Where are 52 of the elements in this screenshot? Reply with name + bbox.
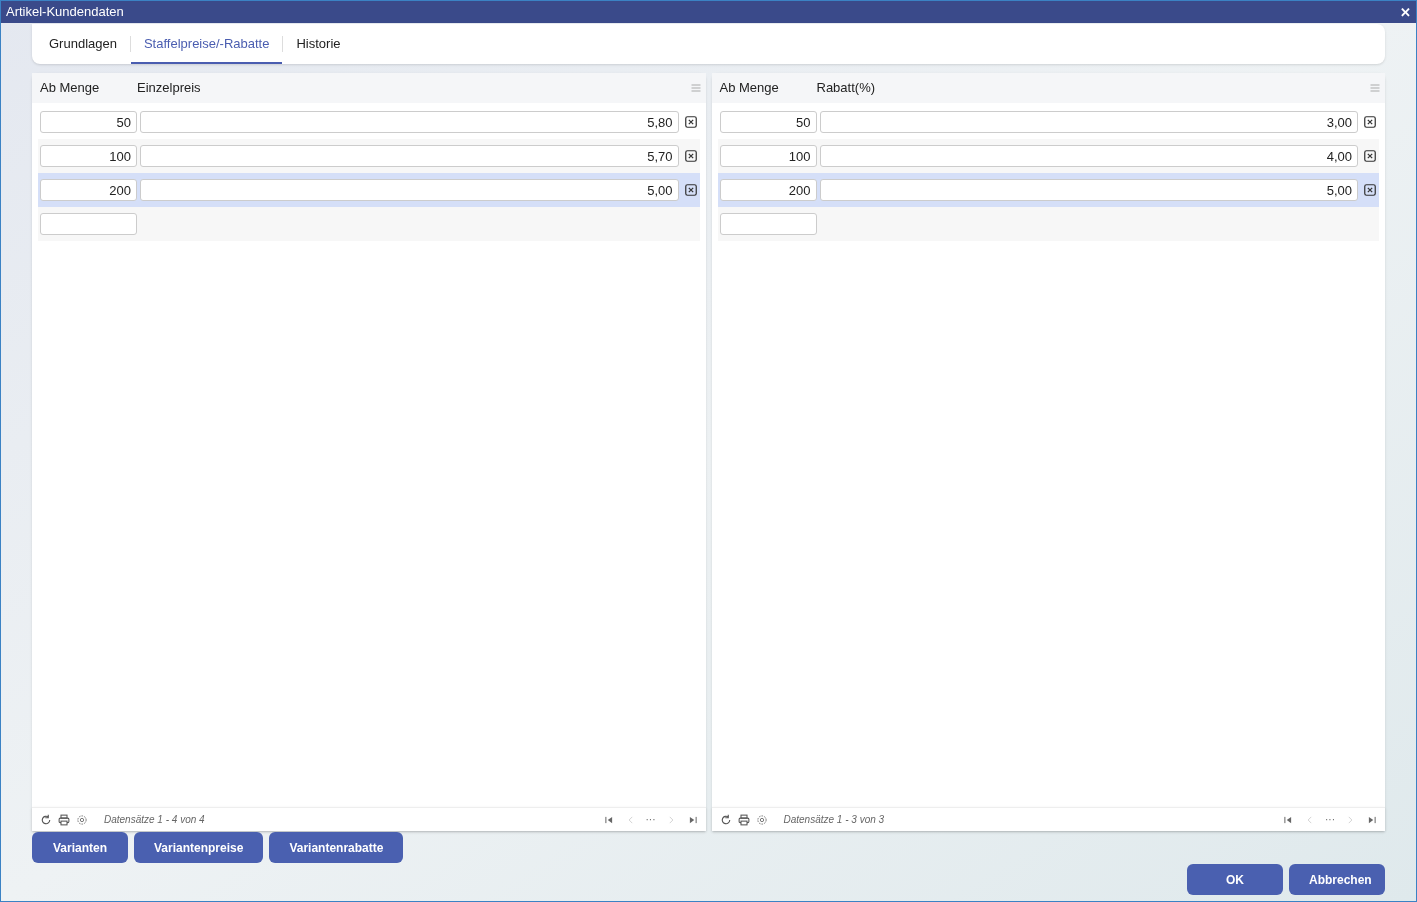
quantity-field[interactable]: 200: [40, 179, 137, 201]
gear-icon[interactable]: [76, 813, 88, 826]
delete-icon[interactable]: [1363, 149, 1377, 163]
refresh-icon[interactable]: [40, 813, 52, 826]
column-header[interactable]: Rabatt(%): [816, 78, 1369, 98]
record-count: Datensätze 1 - 3 von 3: [783, 813, 885, 827]
variant-button[interactable]: Varianten: [32, 832, 128, 863]
pager-more[interactable]: ···: [641, 812, 660, 827]
pager-more[interactable]: ···: [1321, 812, 1339, 827]
tab[interactable]: Staffelpreise/-Rabatte: [130, 24, 283, 64]
value-field[interactable]: 5,70: [140, 145, 679, 167]
delete-icon[interactable]: [683, 115, 698, 129]
value-field[interactable]: 5,00: [819, 179, 1358, 201]
value-field[interactable]: 3,00: [819, 111, 1358, 133]
delete-icon[interactable]: [1363, 115, 1377, 129]
table-row[interactable]: 100 5,70: [38, 139, 700, 173]
printer-icon[interactable]: [58, 813, 70, 826]
quantity-field[interactable]: 100: [719, 145, 817, 167]
first-page-icon[interactable]: [1283, 814, 1293, 825]
quantity-field[interactable]: 50: [40, 111, 137, 133]
delete-icon[interactable]: [683, 149, 698, 163]
new-quantity-field[interactable]: [40, 213, 137, 235]
record-count: Datensätze 1 - 4 von 4: [104, 813, 205, 827]
first-page-icon[interactable]: [603, 814, 614, 825]
refresh-icon[interactable]: [719, 813, 732, 826]
quantity-field[interactable]: 100: [40, 145, 137, 167]
column-header[interactable]: Ab Menge: [719, 78, 817, 98]
column-header[interactable]: Einzelpreis: [137, 78, 690, 98]
table-row[interactable]: 200 5,00: [717, 173, 1379, 207]
variant-button[interactable]: Variantenrabatte: [269, 832, 404, 863]
table-row[interactable]: 100 4,00: [717, 139, 1379, 173]
dialog-button[interactable]: OK: [1187, 864, 1283, 895]
value-field[interactable]: 5,00: [140, 179, 679, 201]
close-button[interactable]: ✕: [1400, 5, 1411, 19]
gear-icon[interactable]: [755, 813, 768, 826]
table-row[interactable]: 200 5,00: [38, 173, 700, 207]
tab[interactable]: Grundlagen: [36, 24, 130, 64]
column-header[interactable]: Ab Menge: [40, 78, 137, 98]
last-page-icon[interactable]: [1367, 814, 1377, 825]
value-field[interactable]: 4,00: [819, 145, 1358, 167]
quantity-field[interactable]: 200: [719, 179, 817, 201]
quantity-field[interactable]: 50: [719, 111, 817, 133]
delete-icon[interactable]: [683, 183, 698, 197]
window-title: Artikel-Kundendaten: [6, 3, 124, 22]
variant-button[interactable]: Variantenpreise: [134, 832, 264, 863]
last-page-icon[interactable]: [687, 814, 698, 825]
delete-icon[interactable]: [1363, 183, 1377, 197]
new-quantity-field[interactable]: [719, 213, 817, 235]
printer-icon[interactable]: [737, 813, 750, 826]
dialog-button[interactable]: Abbrechen: [1289, 864, 1385, 895]
tab[interactable]: Historie: [283, 24, 354, 64]
value-field[interactable]: 5,80: [140, 111, 679, 133]
